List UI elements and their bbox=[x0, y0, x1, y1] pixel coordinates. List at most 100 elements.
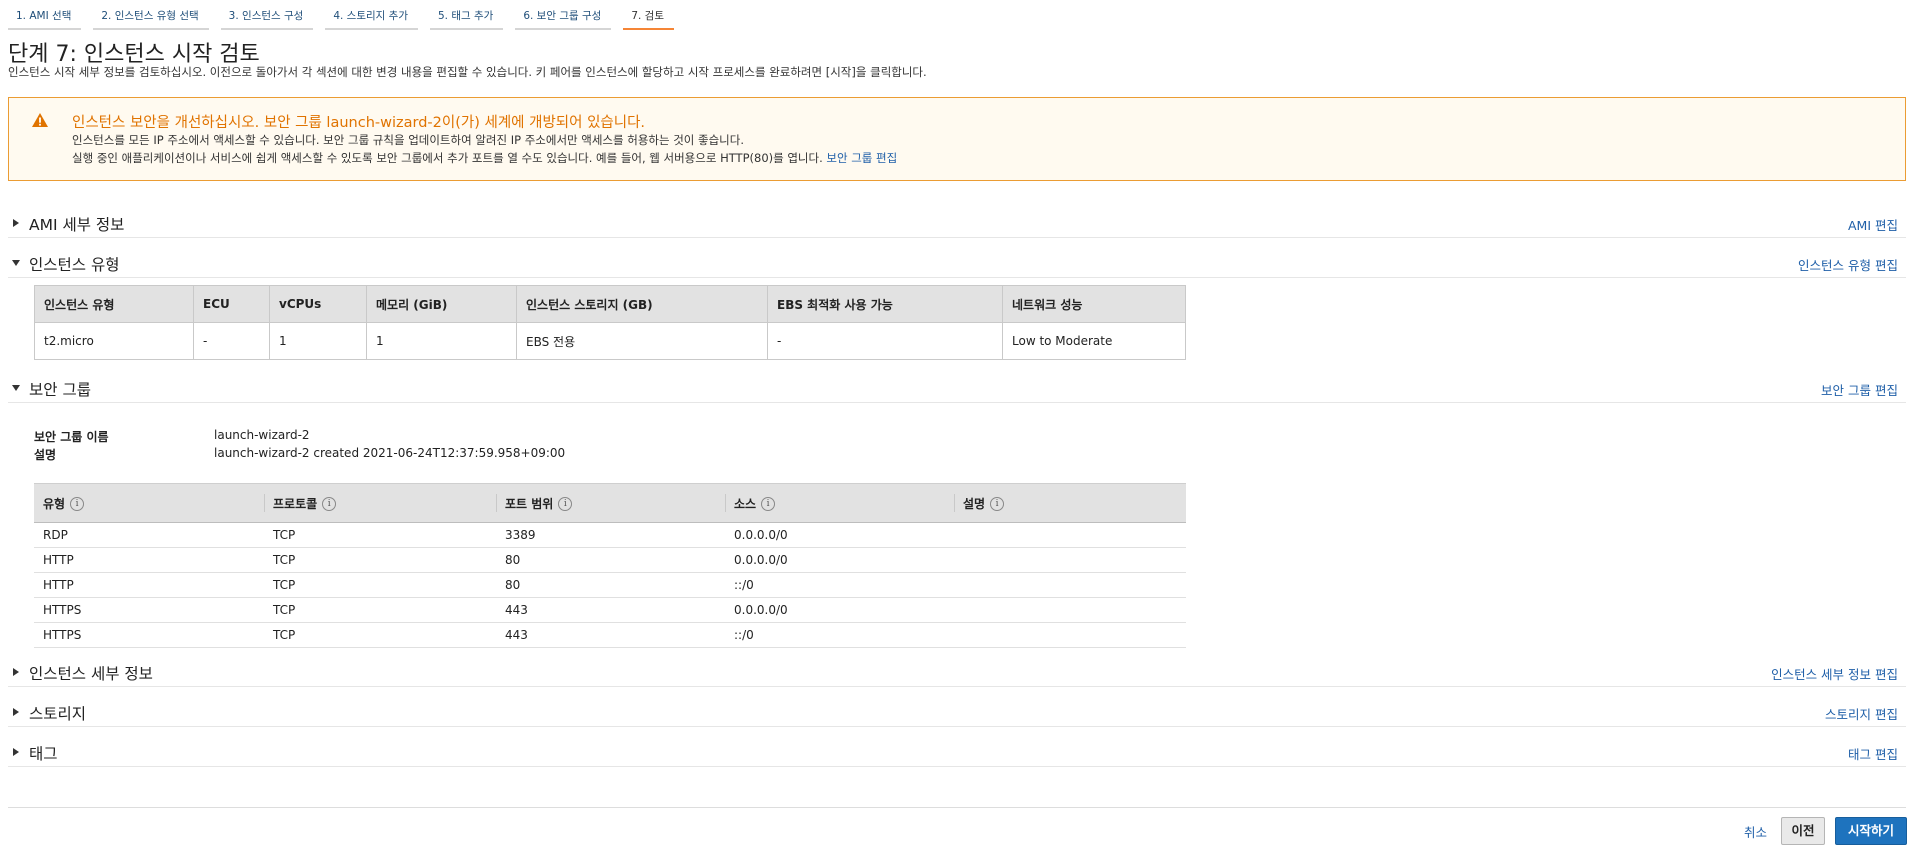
table-cell: TCP bbox=[264, 547, 496, 573]
table-cell: - bbox=[767, 322, 1003, 360]
info-icon[interactable]: i bbox=[558, 497, 573, 511]
wizard-steps: 1. AMI 선택 2. 인스턴스 유형 선택 3. 인스턴스 구성 4. 스토… bbox=[8, 4, 686, 30]
table-cell: TCP bbox=[264, 622, 496, 648]
edit-instance-details-link[interactable]: 인스턴스 세부 정보 편집 bbox=[1771, 664, 1898, 683]
section-tags: 태그 태그 편집 bbox=[8, 740, 1906, 767]
column-header: 메모리 (GiB) bbox=[366, 285, 517, 323]
caret-right-icon[interactable] bbox=[12, 708, 20, 716]
security-warning-alert: 인스턴스 보안을 개선하십시오. 보안 그룹 launch-wizard-2이(… bbox=[8, 97, 1906, 181]
table-cell: 1 bbox=[366, 322, 517, 360]
table-header-row: 유형 i 프로토콜 i 포트 범위 i 소스 i 설명 i bbox=[34, 483, 1186, 523]
cancel-button[interactable]: 취소 bbox=[1744, 822, 1767, 841]
section-instance-details: 인스턴스 세부 정보 인스턴스 세부 정보 편집 bbox=[8, 660, 1906, 687]
security-group-description-value: launch-wizard-2 created 2021-06-24T12:37… bbox=[214, 446, 566, 460]
info-icon[interactable]: i bbox=[990, 497, 1005, 511]
table-cell: 443 bbox=[496, 597, 725, 623]
column-header-label: 프로토콜 bbox=[273, 496, 318, 511]
launch-button[interactable]: 시작하기 bbox=[1835, 817, 1907, 845]
table-cell: 0.0.0.0/0 bbox=[725, 547, 954, 573]
caret-right-icon[interactable] bbox=[12, 219, 20, 227]
table-cell: HTTP bbox=[34, 572, 264, 598]
table-cell bbox=[954, 522, 1186, 548]
table-header-row: 인스턴스 유형 ECU vCPUs 메모리 (GiB) 인스턴스 스토리지 (G… bbox=[34, 285, 1186, 323]
wizard-tab-add-tags[interactable]: 5. 태그 추가 bbox=[429, 4, 504, 30]
column-header-source: 소스 i bbox=[725, 483, 954, 523]
wizard-tab-configure-instance[interactable]: 3. 인스턴스 구성 bbox=[220, 4, 314, 30]
caret-down-icon[interactable] bbox=[12, 384, 20, 392]
section-title-security-group[interactable]: 보안 그룹 bbox=[29, 378, 91, 400]
wizard-tab-review[interactable]: 7. 검토 bbox=[623, 4, 675, 30]
security-group-name-label: 보안 그룹 이름 bbox=[34, 430, 109, 444]
section-instance-type: 인스턴스 유형 인스턴스 유형 편집 bbox=[8, 251, 1906, 278]
column-header-type: 유형 i bbox=[34, 483, 264, 523]
section-title-instance-details[interactable]: 인스턴스 세부 정보 bbox=[29, 662, 153, 684]
footer-divider bbox=[8, 807, 1906, 808]
column-divider bbox=[264, 494, 265, 512]
table-row: RDP TCP 3389 0.0.0.0/0 bbox=[34, 522, 1186, 548]
table-row: HTTPS TCP 443 ::/0 bbox=[34, 622, 1186, 648]
info-icon[interactable]: i bbox=[70, 497, 85, 511]
table-cell bbox=[954, 572, 1186, 598]
table-cell: RDP bbox=[34, 522, 264, 548]
section-title-instance-type[interactable]: 인스턴스 유형 bbox=[29, 253, 120, 275]
table-cell bbox=[954, 547, 1186, 573]
column-divider bbox=[954, 494, 955, 512]
previous-button[interactable]: 이전 bbox=[1781, 817, 1825, 845]
column-header: 인스턴스 유형 bbox=[34, 285, 194, 323]
section-security-group: 보안 그룹 보안 그룹 편집 bbox=[8, 376, 1906, 403]
column-header: vCPUs bbox=[269, 285, 367, 323]
section-storage: 스토리지 스토리지 편집 bbox=[8, 700, 1906, 727]
section-title-storage[interactable]: 스토리지 bbox=[29, 702, 86, 724]
wizard-tab-ami[interactable]: 1. AMI 선택 bbox=[8, 4, 82, 30]
section-ami-details: AMI 세부 정보 AMI 편집 bbox=[8, 211, 1906, 238]
caret-down-icon[interactable] bbox=[12, 259, 20, 267]
section-title-tags[interactable]: 태그 bbox=[29, 742, 58, 764]
table-cell: 0.0.0.0/0 bbox=[725, 522, 954, 548]
caret-right-icon[interactable] bbox=[12, 748, 20, 756]
instance-type-table: 인스턴스 유형 ECU vCPUs 메모리 (GiB) 인스턴스 스토리지 (G… bbox=[34, 285, 1186, 360]
table-cell: HTTP bbox=[34, 547, 264, 573]
table-row: HTTP TCP 80 ::/0 bbox=[34, 572, 1186, 598]
alert-line-2-text: 실행 중인 애플리케이션이나 서비스에 쉽게 액세스할 수 있도록 보안 그룹에… bbox=[72, 151, 823, 165]
table-cell: 1 bbox=[269, 322, 367, 360]
column-divider bbox=[725, 494, 726, 512]
column-header-label: 포트 범위 bbox=[505, 496, 554, 511]
table-cell: TCP bbox=[264, 597, 496, 623]
column-header-label: 소스 bbox=[734, 496, 757, 511]
table-cell: 3389 bbox=[496, 522, 725, 548]
edit-tags-link[interactable]: 태그 편집 bbox=[1848, 744, 1898, 763]
edit-security-group-link[interactable]: 보안 그룹 편집 bbox=[826, 151, 897, 165]
alert-title: 인스턴스 보안을 개선하십시오. 보안 그룹 launch-wizard-2이(… bbox=[72, 115, 646, 131]
info-icon[interactable]: i bbox=[761, 497, 776, 511]
wizard-tab-security-group[interactable]: 6. 보안 그룹 구성 bbox=[515, 4, 612, 30]
column-divider bbox=[496, 494, 497, 512]
edit-security-group-section-link[interactable]: 보안 그룹 편집 bbox=[1821, 380, 1898, 399]
wizard-tab-instance-type[interactable]: 2. 인스턴스 유형 선택 bbox=[93, 4, 209, 30]
edit-ami-link[interactable]: AMI 편집 bbox=[1848, 215, 1898, 234]
table-cell: 0.0.0.0/0 bbox=[725, 597, 954, 623]
security-group-name-value: launch-wizard-2 bbox=[214, 428, 310, 442]
alert-line-2: 실행 중인 애플리케이션이나 서비스에 쉽게 액세스할 수 있도록 보안 그룹에… bbox=[72, 150, 897, 166]
table-cell: t2.micro bbox=[34, 322, 194, 360]
edit-storage-link[interactable]: 스토리지 편집 bbox=[1825, 704, 1898, 723]
column-header: 인스턴스 스토리지 (GB) bbox=[516, 285, 768, 323]
wizard-tab-add-storage[interactable]: 4. 스토리지 추가 bbox=[325, 4, 418, 30]
table-row: t2.micro - 1 1 EBS 전용 - Low to Moderate bbox=[34, 322, 1186, 360]
column-header-port-range: 포트 범위 i bbox=[496, 483, 725, 523]
table-row: HTTPS TCP 443 0.0.0.0/0 bbox=[34, 597, 1186, 623]
alert-line-1: 인스턴스를 모든 IP 주소에서 액세스할 수 있습니다. 보안 그룹 규칙을 … bbox=[72, 133, 745, 147]
table-cell: Low to Moderate bbox=[1002, 322, 1186, 360]
warning-icon bbox=[32, 113, 48, 127]
caret-right-icon[interactable] bbox=[12, 668, 20, 676]
table-cell bbox=[954, 597, 1186, 623]
section-title-ami[interactable]: AMI 세부 정보 bbox=[29, 213, 124, 235]
table-cell: 80 bbox=[496, 547, 725, 573]
column-header-label: 유형 bbox=[43, 496, 66, 511]
column-header: ECU bbox=[193, 285, 270, 323]
info-icon[interactable]: i bbox=[322, 497, 337, 511]
table-cell: 80 bbox=[496, 572, 725, 598]
edit-instance-type-link[interactable]: 인스턴스 유형 편집 bbox=[1798, 255, 1898, 274]
table-cell: EBS 전용 bbox=[516, 322, 768, 360]
column-header-description: 설명 i bbox=[954, 483, 1186, 523]
table-cell: HTTPS bbox=[34, 622, 264, 648]
